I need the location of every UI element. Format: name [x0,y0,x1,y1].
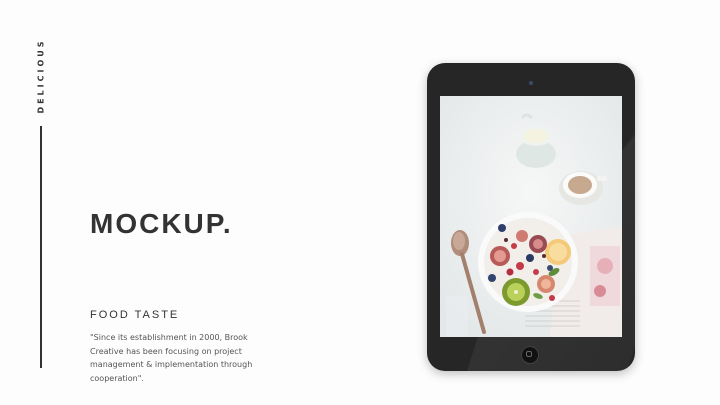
camera-icon [529,81,533,85]
tablet-mockup [427,63,635,371]
food-photo-icon [440,96,622,337]
subtitle: FOOD TASTE [90,309,180,321]
side-label: DELICIOUS [34,36,48,116]
home-button[interactable] [521,346,539,364]
vertical-divider [40,126,42,368]
fruit-bowl-icon [478,212,578,312]
side-label-text: DELICIOUS [36,38,46,114]
page-title: MOCKUP. [90,208,233,239]
description: "Since its establishment in 2000, Brook … [90,333,253,383]
tablet-screen [440,96,622,337]
